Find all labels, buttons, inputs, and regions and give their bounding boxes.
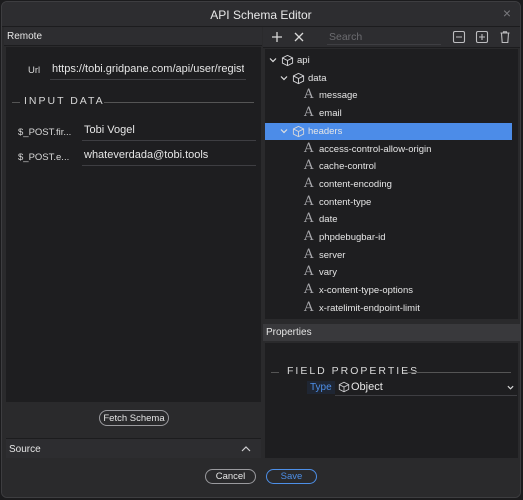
tree-item-data[interactable]: data <box>265 70 512 87</box>
tree-item-content-encoding[interactable]: Acontent-encoding <box>265 176 512 193</box>
trash-icon[interactable] <box>498 30 512 44</box>
cube-icon <box>338 381 350 393</box>
text-type-icon: A <box>304 175 314 191</box>
tree-item-headers[interactable]: headers <box>265 122 512 140</box>
right-panel: apidataAmessageAemailheadersAaccess-cont… <box>263 27 520 458</box>
expand-all-icon[interactable] <box>475 30 489 44</box>
divider <box>271 372 279 373</box>
tree-item-label: access-control-allow-origin <box>319 143 432 155</box>
cube-icon <box>292 72 305 84</box>
tree-item-date[interactable]: Adate <box>265 211 512 228</box>
tree-item-label: cache-control <box>319 161 377 173</box>
search-input[interactable] <box>327 29 441 45</box>
collapse-all-icon[interactable] <box>452 30 466 44</box>
type-select[interactable]: Object <box>335 379 517 396</box>
schema-toolbar <box>263 27 520 48</box>
text-type-icon: A <box>304 229 314 244</box>
url-input[interactable] <box>50 59 246 80</box>
cube-icon <box>281 54 294 67</box>
post-field-input[interactable] <box>82 120 256 141</box>
cancel-button[interactable]: Cancel <box>205 469 256 484</box>
tree-item-label: phpdebugbar-id <box>319 232 386 243</box>
text-type-icon: A <box>304 211 314 227</box>
post-field-label: $_POST.e... <box>18 152 70 163</box>
post-field-label: $_POST.fir... <box>18 127 72 138</box>
tree-item-message[interactable]: Amessage <box>265 87 512 104</box>
divider <box>12 102 20 103</box>
tree-item-label: vary <box>319 267 337 279</box>
properties-header-label: Properties <box>266 327 312 338</box>
tree-item-server[interactable]: Aserver <box>265 247 512 264</box>
text-type-icon: A <box>304 264 314 280</box>
properties-header: Properties <box>263 324 520 341</box>
input-data-title-text: INPUT DATA <box>24 95 105 107</box>
tree-item-label: headers <box>308 125 343 137</box>
tree-item-phpdebugbar-id[interactable]: Aphpdebugbar-id <box>265 229 512 246</box>
tree-item-vary[interactable]: Avary <box>265 264 512 281</box>
field-properties-title: FIELD PROPERTIES <box>265 365 518 379</box>
tree-item-cache-control[interactable]: Acache-control <box>265 158 512 175</box>
type-label: Type <box>307 381 335 394</box>
tree-item-x-content-type-options[interactable]: Ax-content-type-options <box>265 282 512 299</box>
tree-item-label: email <box>319 108 342 120</box>
add-icon[interactable] <box>270 30 284 44</box>
tree-item-label: content-encoding <box>319 178 392 190</box>
schema-tree: api data Amessage Aemail headers Aaccess-cont… <box>265 49 518 319</box>
tree-item-content-type[interactable]: Acontent-type <box>265 194 512 211</box>
field-properties-title-text: FIELD PROPERTIES <box>287 365 420 377</box>
tree-item-email[interactable]: Aemail <box>265 105 512 122</box>
remote-header-label: Remote <box>7 31 43 42</box>
text-type-icon: A <box>304 246 314 262</box>
type-value: Object <box>351 381 383 393</box>
chevron-up-icon[interactable] <box>241 444 251 454</box>
tree-item-label: x-content-type-options <box>319 285 413 297</box>
remote-header: Remote <box>4 27 262 46</box>
text-type-icon: A <box>304 282 314 298</box>
remove-icon[interactable] <box>292 30 306 44</box>
post-field-input[interactable] <box>82 145 256 166</box>
chevron-down-icon[interactable] <box>269 56 277 64</box>
dialog-footer: Cancel Save <box>2 458 520 497</box>
text-type-icon: A <box>304 193 314 209</box>
dialog-title: API Schema Editor <box>210 8 312 22</box>
tree-item-label: date <box>319 214 338 226</box>
tree-item-api[interactable]: api <box>265 52 512 69</box>
url-label: Url <box>28 65 41 76</box>
text-type-icon: A <box>304 105 314 121</box>
tree-item-x-ratelimit-endpoint-limit[interactable]: Ax-ratelimit-endpoint-limit <box>265 300 512 317</box>
divider <box>104 102 254 103</box>
tree-item-access-control-allow-origin[interactable]: Aaccess-control-allow-origin <box>265 141 512 158</box>
properties-body: FIELD PROPERTIES Type Object <box>265 343 518 458</box>
chevron-down-icon[interactable] <box>280 127 288 135</box>
tree-item-label: content-type <box>319 196 372 208</box>
divider <box>403 372 511 373</box>
title-bar: API Schema Editor × <box>2 2 520 27</box>
text-type-icon: A <box>304 140 314 156</box>
save-button[interactable]: Save <box>266 469 317 484</box>
input-data-title: INPUT DATA <box>6 95 261 109</box>
fetch-schema-button[interactable]: Fetch Schema <box>99 410 169 426</box>
chevron-down-icon <box>507 385 514 390</box>
source-header[interactable]: Source <box>6 438 261 460</box>
remote-body: Url INPUT DATA $_POST.fir... $_POST.e... <box>6 47 261 402</box>
chevron-down-icon[interactable] <box>280 74 288 82</box>
tree-item-label: x-ratelimit-endpoint-limit <box>319 302 420 314</box>
cube-icon <box>292 125 305 137</box>
source-header-label: Source <box>9 444 41 455</box>
tree-item-label: server <box>319 249 346 261</box>
tree-item-label: message <box>319 90 358 102</box>
left-panel: Remote Url INPUT DATA $_POST.fir... $_PO… <box>4 27 262 460</box>
text-type-icon: A <box>304 299 314 315</box>
close-icon[interactable]: × <box>500 6 514 20</box>
tree-item-label: api <box>297 55 310 66</box>
tree-item-label: data <box>308 72 327 84</box>
text-type-icon: A <box>304 158 314 174</box>
api-schema-editor-dialog: API Schema Editor × Remote Url INPUT DAT… <box>1 1 521 498</box>
text-type-icon: A <box>304 87 314 103</box>
